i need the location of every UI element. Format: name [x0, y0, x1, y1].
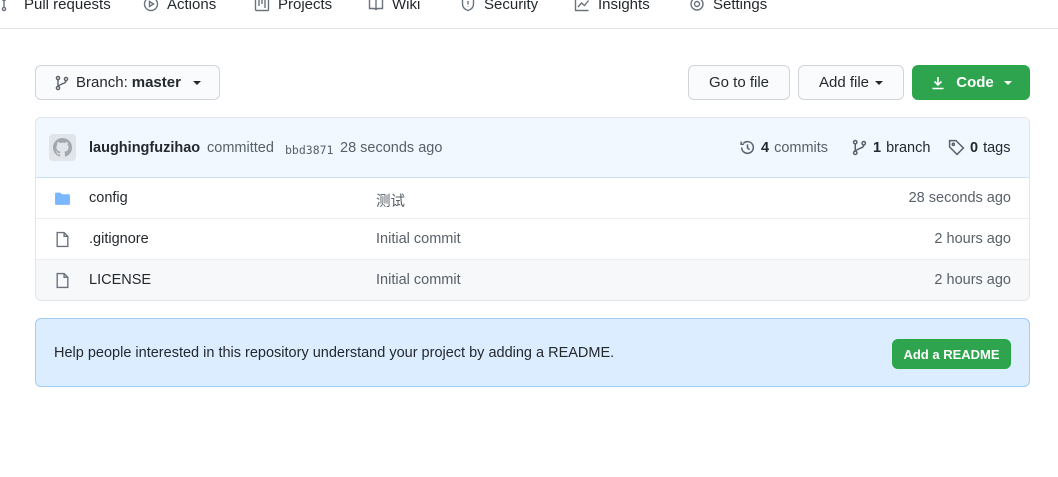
file-commit-message[interactable]: 测试 [376, 190, 405, 211]
latest-commit-bar: laughingfuzihao committed bbd3871 28 sec… [36, 118, 1029, 178]
file-name-link[interactable]: config [89, 190, 128, 206]
commit-time: 28 seconds ago [340, 140, 443, 156]
folder-icon [55, 192, 70, 205]
chevron-down-icon [875, 80, 884, 85]
file-row[interactable]: .gitignore Initial commit 2 hours ago [36, 218, 1029, 259]
tab-label: Actions [167, 0, 217, 13]
file-age: 28 seconds ago [908, 190, 1011, 206]
shield-icon [461, 0, 475, 12]
repo-nav: Pull requests Actions Projects Wiki Secu… [0, 0, 1058, 29]
download-icon [932, 76, 944, 89]
tags-link[interactable]: 0 tags [948, 139, 1011, 156]
tab-settings[interactable]: Settings [689, 0, 767, 14]
tab-actions[interactable]: Actions [143, 0, 216, 14]
branch-icon [852, 139, 867, 156]
avatar[interactable] [49, 134, 76, 161]
branch-icon [55, 75, 69, 90]
commits-label: commits [774, 139, 829, 156]
file-icon [56, 231, 69, 248]
file-row[interactable]: config 测试 28 seconds ago [36, 178, 1029, 218]
file-commit-message[interactable]: Initial commit [376, 272, 461, 288]
tags-count: 0 [970, 139, 979, 156]
readme-banner: Help people interested in this repositor… [35, 318, 1030, 387]
go-to-file-label: Go to file [708, 74, 770, 91]
github-logo-icon [53, 138, 72, 157]
tab-label: Settings [713, 0, 768, 13]
branch-name: master [131, 74, 181, 91]
tab-label: Projects [278, 0, 333, 13]
file-age: 2 hours ago [934, 231, 1011, 247]
commits-link[interactable]: 4 commits [739, 139, 828, 156]
play-icon [143, 0, 159, 12]
graph-icon [574, 0, 590, 12]
file-name-link[interactable]: LICENSE [89, 272, 151, 288]
book-icon [368, 0, 384, 11]
project-icon [254, 0, 270, 12]
tab-label: Security [484, 0, 539, 13]
branch-count: 1 [873, 139, 882, 156]
file-list: laughingfuzihao committed bbd3871 28 sec… [35, 117, 1030, 301]
tags-label: tags [983, 139, 1011, 156]
commits-count: 4 [761, 139, 770, 156]
tab-insights[interactable]: Insights [574, 0, 650, 14]
add-readme-label: Add a README [903, 346, 1000, 362]
tab-label: Wiki [392, 0, 421, 13]
chevron-down-icon [192, 80, 201, 85]
file-icon [56, 272, 69, 289]
file-age: 2 hours ago [934, 272, 1011, 288]
file-commit-message[interactable]: Initial commit [376, 231, 461, 247]
branch-select-button[interactable]: Branch: master [35, 65, 220, 100]
branch-label: branch [886, 139, 931, 156]
code-button[interactable]: Code [912, 65, 1030, 100]
commit-verb: committed [207, 140, 274, 156]
add-file-button[interactable]: Add file [798, 65, 904, 100]
add-readme-button[interactable]: Add a README [892, 339, 1011, 369]
branches-link[interactable]: 1 branch [851, 139, 930, 156]
tab-pull-requests[interactable]: Pull requests [0, 0, 111, 14]
gear-icon [690, 0, 704, 11]
branch-prefix: Branch: [76, 74, 128, 91]
commit-author-link[interactable]: laughingfuzihao [89, 140, 200, 156]
history-icon [740, 140, 755, 154]
pull-request-icon [1, 0, 7, 12]
tab-label: Pull requests [24, 0, 111, 13]
tab-label: Insights [598, 0, 650, 13]
chevron-down-icon [1003, 80, 1012, 85]
tab-projects[interactable]: Projects [254, 0, 332, 14]
file-row[interactable]: LICENSE Initial commit 2 hours ago [36, 259, 1029, 300]
commit-sha-link[interactable]: bbd3871 [285, 143, 333, 157]
add-file-label: Add file [818, 74, 870, 91]
tab-security[interactable]: Security [460, 0, 538, 14]
tag-icon [948, 139, 965, 156]
readme-banner-message: Help people interested in this repositor… [54, 345, 615, 361]
tab-wiki[interactable]: Wiki [368, 0, 420, 14]
file-name-link[interactable]: .gitignore [89, 231, 149, 247]
code-label: Code [956, 74, 994, 91]
go-to-file-button[interactable]: Go to file [688, 65, 790, 100]
